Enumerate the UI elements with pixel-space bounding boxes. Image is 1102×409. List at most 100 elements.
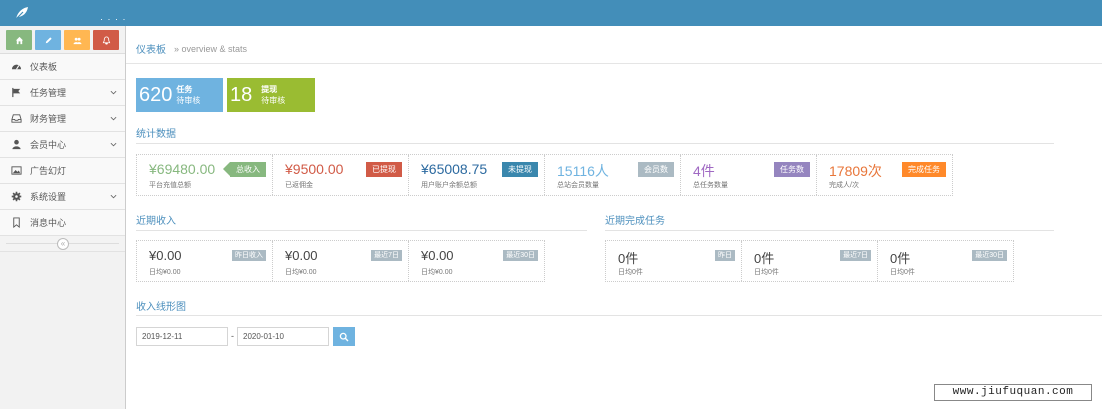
users-icon xyxy=(72,37,82,44)
gear-icon xyxy=(11,191,21,202)
stat-label: 总站会员数量 xyxy=(557,182,599,189)
stat-badge: 会员数 xyxy=(638,162,674,177)
sidebar-item-dashboard[interactable]: 仪表板 xyxy=(0,54,125,80)
stat-value: ¥0.00 xyxy=(285,248,318,263)
search-button[interactable] xyxy=(333,327,355,346)
dashboard-icon xyxy=(11,64,21,70)
stat-label: 日均¥0.00 xyxy=(285,269,317,276)
stat-label: 日均0件 xyxy=(890,269,915,276)
bell-shortcut-button[interactable] xyxy=(93,30,119,50)
stats-panel: ¥69480.00 平台充值总额 总收入 ¥9500.00 已返佣金 已提现 ¥… xyxy=(136,154,953,196)
sidebar-shortcuts xyxy=(0,26,125,54)
sidebar-item-label: 仪表板 xyxy=(30,62,58,72)
stat-members: 15116人 总站会员数量 会员数 xyxy=(545,155,681,195)
recent-income-panel: ¥0.00 日均¥0.00 昨日收入 ¥0.00 日均¥0.00 最近7日 ¥0… xyxy=(136,240,545,282)
sidebar-item-label: 财务管理 xyxy=(30,114,67,124)
stat-label: 总任务数量 xyxy=(693,182,728,189)
sidebar-item-label: 会员中心 xyxy=(30,140,67,150)
navbar: · · · · xyxy=(0,0,1102,26)
end-date-input[interactable] xyxy=(237,327,329,346)
chevron-down-icon xyxy=(110,90,117,95)
recent-tasks-title: 近期完成任务 xyxy=(605,216,665,227)
stat-label: 完成人/次 xyxy=(829,182,859,189)
stat-badge: 完成任务 xyxy=(902,162,946,177)
stat-label: 日均¥0.00 xyxy=(421,269,453,276)
breadcrumb: 仪表板 » overview & stats xyxy=(126,34,1102,64)
tile-title: 任务 xyxy=(176,85,193,94)
stat-tag: 最近7日 xyxy=(371,250,402,261)
picture-icon xyxy=(10,166,22,175)
stats-section-title: 统计数据 xyxy=(136,129,176,140)
income-yesterday: ¥0.00 日均¥0.00 昨日收入 xyxy=(137,241,273,281)
recent-income-title: 近期收入 xyxy=(136,216,176,227)
stat-task-count: 4件 总任务数量 任务数 xyxy=(681,155,817,195)
stat-label: 用户账户余额总额 xyxy=(421,182,477,189)
sidebar-collapse-button[interactable]: « xyxy=(57,238,69,250)
stat-tag: 最近30日 xyxy=(972,250,1007,261)
home-icon xyxy=(15,36,23,44)
sidebar-item-messages[interactable]: 消息中心 xyxy=(0,210,125,236)
stat-badge: 已提现 xyxy=(366,162,402,177)
pending-withdrawals-tile[interactable]: 18 提现 待审核 xyxy=(227,78,315,112)
stat-value: 15116人 xyxy=(557,163,609,179)
pending-tasks-tile[interactable]: 620 任务待审核 xyxy=(136,78,223,112)
start-date-input[interactable] xyxy=(136,327,228,346)
bookmark-icon xyxy=(12,217,20,228)
sidebar-item-finance[interactable]: 财务管理 xyxy=(0,106,125,132)
sidebar-item-label: 广告幻灯 xyxy=(30,166,67,176)
chevron-down-icon xyxy=(110,194,117,199)
stat-withdrawn: ¥9500.00 已返佣金 已提现 xyxy=(273,155,409,195)
stat-value: 0件 xyxy=(754,251,775,266)
date-separator: - xyxy=(231,331,234,341)
stat-not-withdrawn: ¥65008.75 用户账户余额总额 未提现 xyxy=(409,155,545,195)
stat-label: 平台充值总额 xyxy=(149,182,191,189)
flag-icon xyxy=(11,87,20,98)
stat-value: ¥69480.00 xyxy=(149,161,216,177)
stat-tag: 昨日收入 xyxy=(232,250,266,261)
inbox-icon xyxy=(10,114,22,123)
pencil-shortcut-button[interactable] xyxy=(35,30,61,50)
stat-value: 17809次 xyxy=(829,163,882,179)
sidebar-item-settings[interactable]: 系统设置 xyxy=(0,184,125,210)
bell-icon xyxy=(102,35,110,45)
stat-tag: 最近7日 xyxy=(840,250,871,261)
stat-value: 4件 xyxy=(693,163,715,179)
stat-badge: 总收入 xyxy=(223,162,266,177)
tasks-7-days: 0件 日均0件 最近7日 xyxy=(742,241,878,281)
sidebar-item-label: 消息中心 xyxy=(30,218,67,228)
stat-badge: 未提现 xyxy=(502,162,538,177)
sidebar-item-ads[interactable]: 广告幻灯 xyxy=(0,158,125,184)
tile-number: 620 xyxy=(139,83,173,106)
stat-label: 日均¥0.00 xyxy=(149,269,181,276)
stat-label: 已返佣金 xyxy=(285,182,313,189)
stat-value: ¥65008.75 xyxy=(421,161,488,177)
breadcrumb-home-link[interactable]: 仪表板 xyxy=(136,41,166,56)
divider xyxy=(136,315,1102,316)
users-shortcut-button[interactable] xyxy=(64,30,90,50)
tasks-30-days: 0件 日均0件 最近30日 xyxy=(878,241,1013,281)
sidebar-item-tasks[interactable]: 任务管理 xyxy=(0,80,125,106)
leaf-icon[interactable] xyxy=(14,5,30,21)
pencil-icon xyxy=(45,36,52,43)
stat-tag: 最近30日 xyxy=(503,250,538,261)
sidebar: 仪表板 任务管理 财务管理 会员中心 广告幻灯 系统设置 消息中心 « xyxy=(0,26,126,409)
stat-tag: 昨日 xyxy=(715,250,735,261)
user-icon xyxy=(11,139,21,150)
sidebar-item-label: 任务管理 xyxy=(30,88,67,98)
income-chart-title: 收入线形图 xyxy=(136,302,186,313)
tile-subtitle: 待审核 xyxy=(261,96,286,105)
stat-total-income: ¥69480.00 平台充值总额 总收入 xyxy=(137,155,273,195)
divider xyxy=(136,143,1054,144)
divider xyxy=(605,230,1054,231)
breadcrumb-current: » overview & stats xyxy=(174,43,248,54)
chevron-down-icon xyxy=(110,142,117,147)
tile-subtitle: 待审核 xyxy=(176,96,201,105)
sidebar-item-members[interactable]: 会员中心 xyxy=(0,132,125,158)
watermark: www.jiufuquan.com xyxy=(934,384,1092,401)
sidebar-item-label: 系统设置 xyxy=(30,192,67,202)
recent-tasks-panel: 0件 日均0件 昨日 0件 日均0件 最近7日 0件 日均0件 最近30日 xyxy=(605,240,1014,282)
divider xyxy=(136,230,587,231)
stat-value: ¥0.00 xyxy=(149,248,182,263)
tile-number: 18 xyxy=(230,83,253,106)
home-shortcut-button[interactable] xyxy=(6,30,32,50)
